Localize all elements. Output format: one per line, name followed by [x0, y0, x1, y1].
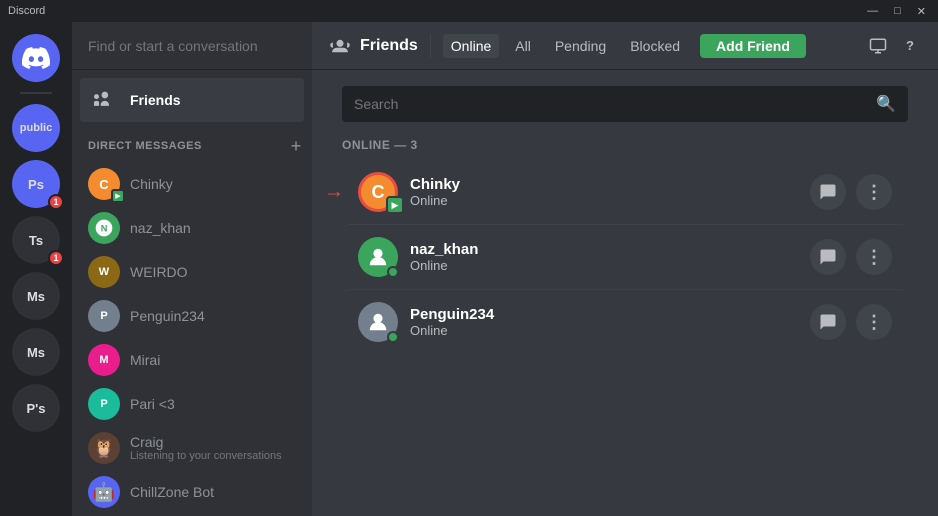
- chinky-game-icon: ▶: [386, 196, 404, 214]
- penguin-dm-name: Penguin234: [130, 308, 205, 324]
- friends-icon: [88, 84, 120, 116]
- dm-item-craig[interactable]: 🦉 Craig Listening to your conversations: [80, 426, 304, 470]
- penguin-avatar: P: [88, 300, 120, 332]
- naz-khan-friend-name: naz_khan: [410, 241, 810, 258]
- chinky-friend-actions: ⋮: [810, 174, 892, 210]
- chinky-message-btn[interactable]: [810, 174, 846, 210]
- maximize-btn[interactable]: □: [890, 5, 905, 18]
- dm-item-mirai[interactable]: M Mirai: [80, 338, 304, 382]
- tab-blocked[interactable]: Blocked: [622, 34, 688, 58]
- dm-item-chinky[interactable]: C ▶ Chinky: [80, 162, 304, 206]
- sidebar-item-friends[interactable]: Friends: [80, 78, 304, 122]
- naz-khan-message-btn[interactable]: [810, 239, 846, 275]
- chinky-friend-status: Online: [410, 193, 810, 208]
- craig-dm-sub: Listening to your conversations: [130, 450, 282, 462]
- penguin-friend-avatar: [358, 302, 398, 342]
- help-icon[interactable]: ?: [898, 34, 922, 58]
- friend-item-penguin[interactable]: Penguin234 Online ⋮: [342, 289, 908, 354]
- server-sidebar: public Ps 1 Ts 1 Ms Ms P's: [0, 22, 72, 516]
- dm-item-pari[interactable]: P Pari <3: [80, 382, 304, 426]
- pari-dm-name: Pari <3: [130, 396, 175, 412]
- server-icon-ms2[interactable]: Ms: [12, 328, 60, 376]
- friends-search-input[interactable]: [354, 96, 876, 112]
- pari-avatar: P: [88, 388, 120, 420]
- top-bar: Friends Online All Pending Blocked Add F…: [312, 22, 938, 70]
- tab-pending[interactable]: Pending: [547, 34, 614, 58]
- chinky-arrow-indicator: →: [324, 181, 344, 204]
- chillzone-dm-name: ChillZone Bot: [130, 484, 214, 500]
- weirdo-dm-name: WEIRDO: [130, 264, 188, 280]
- chinky-avatar-wrap: C ▶: [88, 168, 120, 200]
- dm-search-placeholder: Find or start a conversation: [88, 38, 258, 54]
- naz-khan-friend-actions: ⋮: [810, 239, 892, 275]
- mirai-avatar: M: [88, 344, 120, 376]
- friends-search-container: 🔍: [342, 86, 908, 122]
- penguin-status-dot: [387, 331, 399, 343]
- naz-khan-status-dot: [387, 266, 399, 278]
- title-bar: Discord — □ ✕: [0, 0, 938, 22]
- top-bar-title: Friends: [360, 37, 418, 55]
- penguin-more-btn[interactable]: ⋮: [856, 304, 892, 340]
- dm-search-bar[interactable]: Find or start a conversation: [72, 22, 312, 70]
- chinky-more-btn[interactable]: ⋮: [856, 174, 892, 210]
- window-controls: — □ ✕: [863, 5, 930, 18]
- naz-khan-friend-avatar: [358, 237, 398, 277]
- friends-icon-topbar: [328, 34, 352, 58]
- craig-avatar: 🦉: [88, 432, 120, 464]
- naz-khan-friend-status: Online: [410, 258, 810, 273]
- friend-item-chinky[interactable]: → C ▶ Chinky Online ⋮: [342, 160, 908, 224]
- chillzone-avatar: 🤖: [88, 476, 120, 508]
- chinky-dm-name: Chinky: [130, 176, 173, 192]
- friend-item-naz-khan[interactable]: naz_khan Online ⋮: [342, 224, 908, 289]
- server-badge-ps: 1: [48, 194, 64, 210]
- app-layout: public Ps 1 Ts 1 Ms Ms P's Find or start…: [0, 22, 938, 516]
- online-count-header: ONLINE — 3: [342, 138, 908, 152]
- dm-item-penguin[interactable]: P Penguin234: [80, 294, 304, 338]
- chinky-friend-name: Chinky: [410, 176, 810, 193]
- friends-label: Friends: [130, 92, 181, 108]
- svg-text:N: N: [101, 223, 108, 233]
- server-icon-ps2[interactable]: P's: [12, 384, 60, 432]
- dm-item-naz-khan[interactable]: N naz_khan: [80, 206, 304, 250]
- tab-online[interactable]: Online: [443, 34, 499, 58]
- penguin-message-btn[interactable]: [810, 304, 846, 340]
- dm-item-chillzone[interactable]: 🤖 ChillZone Bot: [80, 470, 304, 514]
- server-badge-ts: 1: [48, 250, 64, 266]
- mirai-dm-name: Mirai: [130, 352, 160, 368]
- penguin-friend-status: Online: [410, 323, 810, 338]
- server-icon-ms1[interactable]: Ms: [12, 272, 60, 320]
- weirdo-avatar: W: [88, 256, 120, 288]
- penguin-friend-name: Penguin234: [410, 306, 810, 323]
- craig-dm-name: Craig: [130, 434, 282, 450]
- server-icon-ts[interactable]: Ts 1: [12, 216, 60, 264]
- main-content: Friends Online All Pending Blocked Add F…: [312, 22, 938, 516]
- penguin-friend-actions: ⋮: [810, 304, 892, 340]
- server-icon-ps[interactable]: Ps 1: [12, 160, 60, 208]
- top-bar-divider: [430, 34, 431, 58]
- search-icon: 🔍: [876, 94, 896, 114]
- tab-all[interactable]: All: [507, 34, 539, 58]
- server-divider: [20, 92, 52, 94]
- dm-list: C ▶ Chinky N naz_khan W WEIR: [72, 158, 312, 516]
- close-btn[interactable]: ✕: [913, 5, 930, 18]
- monitor-icon[interactable]: [866, 34, 890, 58]
- add-friend-button[interactable]: Add Friend: [700, 34, 806, 58]
- app-title: Discord: [8, 5, 45, 17]
- chinky-friend-avatar-wrap: C ▶: [358, 172, 398, 212]
- dm-item-weirdo[interactable]: W WEIRDO: [80, 250, 304, 294]
- server-icon-public[interactable]: public: [12, 104, 60, 152]
- naz-khan-more-btn[interactable]: ⋮: [856, 239, 892, 275]
- dm-section-header: DIRECT MESSAGES +: [72, 122, 312, 158]
- naz-khan-avatar: N: [88, 212, 120, 244]
- minimize-btn[interactable]: —: [863, 5, 882, 18]
- naz-khan-dm-name: naz_khan: [130, 220, 191, 236]
- friends-content: 🔍 ONLINE — 3 → C ▶ Chinky Online: [312, 70, 938, 516]
- add-dm-btn[interactable]: +: [288, 138, 304, 154]
- dm-sidebar: Find or start a conversation Friends DIR…: [72, 22, 312, 516]
- dm-section-label: DIRECT MESSAGES: [88, 140, 202, 152]
- chinky-game-badge: ▶: [111, 189, 125, 203]
- home-icon[interactable]: [12, 34, 60, 82]
